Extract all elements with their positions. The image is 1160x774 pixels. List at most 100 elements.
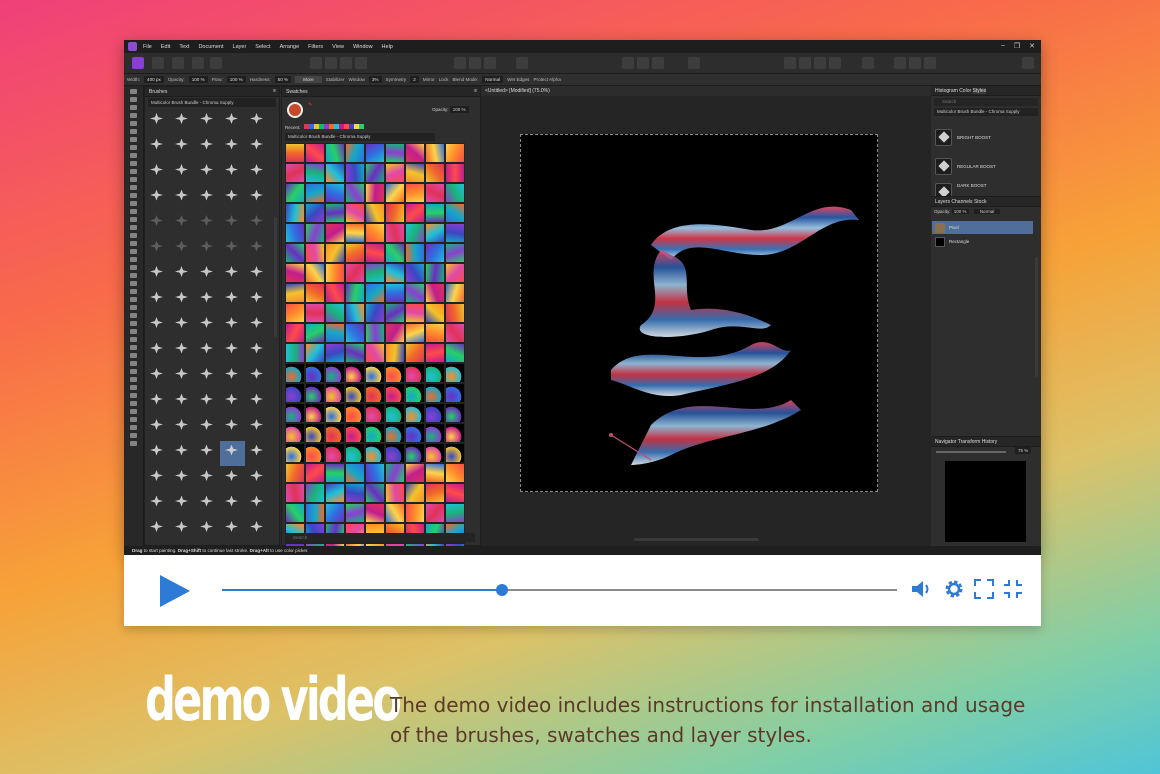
swatch[interactable] [345, 323, 365, 343]
brush-preset[interactable] [195, 415, 220, 441]
persona-liquify-icon[interactable] [152, 57, 164, 69]
swatch[interactable] [425, 243, 445, 263]
brush-preset[interactable] [170, 160, 195, 186]
swatch[interactable] [345, 343, 365, 363]
swatch[interactable] [285, 343, 305, 363]
brush-preset[interactable] [170, 517, 195, 543]
brush-preset[interactable] [220, 186, 245, 212]
swatch[interactable] [365, 423, 385, 443]
swatch[interactable] [405, 403, 425, 423]
swatch[interactable] [305, 343, 325, 363]
brush-preset[interactable] [245, 364, 270, 390]
arrange-backward-icon[interactable] [814, 57, 826, 69]
brush-preset[interactable] [220, 313, 245, 339]
swatch[interactable] [385, 403, 405, 423]
swatch[interactable] [325, 503, 345, 523]
auto-colors-icon[interactable] [340, 57, 352, 69]
swatch[interactable] [365, 363, 385, 383]
swatch[interactable] [445, 443, 465, 463]
swatch[interactable] [405, 343, 425, 363]
swatch[interactable] [285, 403, 305, 423]
brush-preset[interactable] [145, 466, 170, 492]
tool-icon[interactable] [130, 233, 137, 238]
swatch[interactable] [365, 143, 385, 163]
hardness-field[interactable]: 50 % [274, 76, 292, 83]
stabilizer-checkbox[interactable]: Stabilizer [326, 77, 345, 82]
swatch[interactable] [285, 503, 305, 523]
swatch[interactable] [405, 363, 425, 383]
swatch[interactable] [305, 403, 325, 423]
auto-contrast-icon[interactable] [325, 57, 337, 69]
swatch[interactable] [285, 303, 305, 323]
swatch[interactable] [385, 143, 405, 163]
swatch[interactable] [345, 443, 365, 463]
app-logo[interactable] [128, 42, 137, 51]
tab-color[interactable]: Color [959, 88, 971, 94]
swatch[interactable] [305, 423, 325, 443]
tool-icon[interactable] [130, 113, 137, 118]
brush-preset[interactable] [245, 109, 270, 135]
brush-preset[interactable] [170, 262, 195, 288]
swatch[interactable] [325, 383, 345, 403]
mirror-checkbox[interactable]: Mirror [423, 77, 435, 82]
brush-preset[interactable] [170, 441, 195, 467]
swatch-search-input[interactable]: Search [285, 533, 475, 542]
swatch[interactable] [325, 263, 345, 283]
window-field[interactable]: 3% [368, 76, 382, 83]
swatch[interactable] [345, 503, 365, 523]
swatch[interactable] [285, 483, 305, 503]
tool-icon[interactable] [130, 105, 137, 110]
swatch[interactable] [385, 183, 405, 203]
color-picker-icon[interactable]: ✎ [308, 102, 312, 108]
swatch[interactable] [385, 203, 405, 223]
swatch[interactable] [285, 163, 305, 183]
brush-preset[interactable] [145, 517, 170, 543]
brush-preset[interactable] [170, 390, 195, 416]
swatch[interactable] [405, 443, 425, 463]
swatch[interactable] [445, 363, 465, 383]
brush-preset[interactable] [145, 186, 170, 212]
swatch[interactable] [365, 503, 385, 523]
brush-preset[interactable] [245, 313, 270, 339]
brush-preset[interactable] [245, 186, 270, 212]
swatch[interactable] [405, 183, 425, 203]
swatch[interactable] [365, 163, 385, 183]
swatch[interactable] [445, 183, 465, 203]
brush-preset[interactable] [245, 441, 270, 467]
tool-icon[interactable] [130, 193, 137, 198]
boolean-add-icon[interactable] [894, 57, 906, 69]
swatch[interactable] [285, 143, 305, 163]
brush-preset[interactable] [145, 339, 170, 365]
swatch[interactable] [365, 243, 385, 263]
tool-icon[interactable] [130, 89, 137, 94]
swatch[interactable] [305, 363, 325, 383]
document-canvas[interactable] [520, 134, 878, 492]
swatch[interactable] [365, 183, 385, 203]
swatch[interactable] [305, 143, 325, 163]
swatch[interactable] [345, 363, 365, 383]
brush-preset[interactable] [195, 364, 220, 390]
swatch[interactable] [285, 263, 305, 283]
tool-icon[interactable] [130, 145, 137, 150]
swatch[interactable] [445, 143, 465, 163]
swatch[interactable] [285, 203, 305, 223]
swatch[interactable] [385, 443, 405, 463]
brush-preset[interactable] [170, 109, 195, 135]
swatch[interactable] [305, 443, 325, 463]
style-item-regular-boost[interactable]: REGULAR BOOST [935, 155, 1035, 177]
swatch[interactable] [365, 443, 385, 463]
tool-icon[interactable] [130, 185, 137, 190]
swatch[interactable] [305, 383, 325, 403]
swatch[interactable] [425, 163, 445, 183]
swatch[interactable] [405, 223, 425, 243]
swatch[interactable] [365, 283, 385, 303]
brush-preset[interactable] [145, 109, 170, 135]
assistant-icon[interactable] [688, 57, 700, 69]
swatch[interactable] [345, 223, 365, 243]
menu-help[interactable]: Help [382, 44, 393, 50]
swatch[interactable] [325, 243, 345, 263]
swatch[interactable] [405, 263, 425, 283]
tool-icon[interactable] [130, 393, 137, 398]
swatches-tab[interactable]: Swatches [286, 89, 308, 95]
brush-preset[interactable] [170, 492, 195, 518]
